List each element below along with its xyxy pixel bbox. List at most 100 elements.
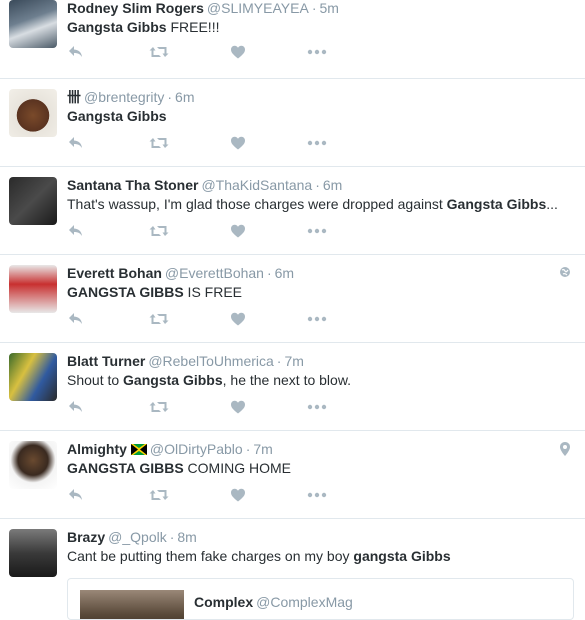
user-name[interactable]: Santana Tha Stoner xyxy=(67,177,198,193)
user-handle[interactable]: @SLIMYEAYEA xyxy=(207,0,309,16)
more-icon[interactable] xyxy=(307,399,327,419)
separator: · xyxy=(311,0,317,16)
highlighted-term: Gangsta Gibbs xyxy=(123,372,223,388)
tweet[interactable]: Almighty @OlDirtyPablo · 7m GANGSTA GIBBS … xyxy=(0,431,585,519)
separator: · xyxy=(245,441,251,457)
like-icon[interactable] xyxy=(230,223,246,243)
user-name[interactable]: Rodney Slim Rogers xyxy=(67,0,204,16)
more-icon[interactable] xyxy=(307,487,327,507)
reply-icon[interactable] xyxy=(67,135,85,155)
timestamp[interactable]: 7m xyxy=(253,441,272,457)
quoted-tweet[interactable]: Complex @ComplexMag xyxy=(67,578,574,620)
more-icon[interactable] xyxy=(307,223,327,243)
reply-icon[interactable] xyxy=(67,44,85,64)
text-segment: Cant be putting them fake charges on my … xyxy=(67,548,354,564)
retweet-icon[interactable] xyxy=(148,311,170,331)
text-segment: Shout to xyxy=(67,372,124,388)
timestamp[interactable]: 6m xyxy=(175,89,194,105)
like-icon[interactable] xyxy=(230,44,246,64)
reply-icon[interactable] xyxy=(67,223,85,243)
tweet[interactable]: Rodney Slim Rogers @SLIMYEAYEA · 5m Gangsta… xyxy=(0,0,585,79)
avatar[interactable] xyxy=(9,0,57,48)
avatar[interactable] xyxy=(9,89,57,137)
quoted-user-handle[interactable]: @ComplexMag xyxy=(256,594,353,610)
tweet-actions xyxy=(67,311,367,331)
highlighted-term: GANGSTA GIBBS xyxy=(67,460,184,476)
retweet-icon[interactable] xyxy=(148,44,170,64)
tweet[interactable]: Blatt Turner @RebelToUhmerica · 7m Shout to… xyxy=(0,343,585,431)
timestamp[interactable]: 6m xyxy=(323,177,342,193)
tweet-text: GANGSTA GIBBS IS FREE xyxy=(67,283,577,301)
timestamp[interactable]: 7m xyxy=(284,353,303,369)
user-handle[interactable]: @ThaKidSantana xyxy=(201,177,312,193)
tweet-actions xyxy=(67,487,367,507)
more-icon[interactable] xyxy=(307,44,327,64)
retweet-icon[interactable] xyxy=(148,487,170,507)
tweet-actions xyxy=(67,223,367,243)
tweet-actions xyxy=(67,44,367,64)
like-icon[interactable] xyxy=(230,311,246,331)
text-segment: That's wassup, I'm glad those charges we… xyxy=(67,196,447,212)
tweet[interactable]: 卌 @brentegrity · 6m Gangsta Gibbs xyxy=(0,79,585,167)
highlighted-term: Gangsta Gibbs xyxy=(67,108,167,124)
separator: · xyxy=(266,265,272,281)
timestamp[interactable]: 6m xyxy=(275,265,294,281)
separator: · xyxy=(315,177,320,193)
more-icon[interactable] xyxy=(307,311,327,331)
avatar[interactable] xyxy=(9,177,57,225)
highlighted-term: Gangsta Gibbs xyxy=(67,19,167,35)
avatar[interactable] xyxy=(9,441,57,489)
tweet[interactable]: Santana Tha Stoner @ThaKidSantana · 6m That… xyxy=(0,167,585,255)
user-name[interactable]: Brazy xyxy=(67,529,105,545)
avatar[interactable] xyxy=(9,353,57,401)
separator: · xyxy=(169,529,175,545)
avatar[interactable] xyxy=(9,265,57,313)
user-handle[interactable]: @_Qpolk xyxy=(108,529,167,545)
text-segment: ... xyxy=(546,196,558,212)
reply-icon[interactable] xyxy=(67,311,85,331)
user-handle[interactable]: @OlDirtyPablo xyxy=(150,441,243,457)
separator: · xyxy=(167,89,173,105)
tweet[interactable]: Brazy @_Qpolk · 8m Cant be putting them fak… xyxy=(0,519,585,620)
tweet-header: Santana Tha Stoner @ThaKidSantana · 6m xyxy=(67,176,342,194)
like-icon[interactable] xyxy=(230,487,246,507)
timestamp[interactable]: 8m xyxy=(177,529,196,545)
tweet-text: Gangsta Gibbs FREE!!! xyxy=(67,18,577,36)
tweet[interactable]: Everett Bohan @EverettBohan · 6m GANGSTA GI… xyxy=(0,255,585,343)
highlighted-term: gangsta Gibbs xyxy=(353,548,451,564)
location-pin-icon xyxy=(559,441,573,457)
tweet-header: 卌 @brentegrity · 6m xyxy=(67,88,194,106)
timestamp[interactable]: 5m xyxy=(319,0,338,16)
more-icon[interactable] xyxy=(307,135,327,155)
user-handle[interactable]: @EverettBohan xyxy=(165,265,264,281)
quoted-tweet-image[interactable] xyxy=(80,590,184,619)
user-handle[interactable]: @RebelToUhmerica xyxy=(148,353,273,369)
tweet-text: Gangsta Gibbs xyxy=(67,107,577,125)
jamaica-flag-icon xyxy=(130,441,148,456)
globe-icon xyxy=(559,265,573,281)
tweet-actions xyxy=(67,135,367,155)
reply-icon[interactable] xyxy=(67,487,85,507)
reply-icon[interactable] xyxy=(67,399,85,419)
user-name[interactable]: Almighty xyxy=(67,441,127,457)
retweet-icon[interactable] xyxy=(148,223,170,243)
user-name[interactable]: Blatt Turner xyxy=(67,353,145,369)
like-icon[interactable] xyxy=(230,135,246,155)
quoted-user-name[interactable]: Complex xyxy=(194,594,253,610)
text-segment: IS FREE xyxy=(183,284,243,300)
avatar[interactable] xyxy=(9,529,57,577)
highlighted-term: GANGSTA GIBBS xyxy=(67,284,184,300)
like-icon[interactable] xyxy=(230,399,246,419)
retweet-icon[interactable] xyxy=(148,399,170,419)
retweet-icon[interactable] xyxy=(148,135,170,155)
tweet-header: Everett Bohan @EverettBohan · 6m xyxy=(67,264,294,282)
tweet-text: GANGSTA GIBBS COMING HOME xyxy=(67,459,577,477)
tweet-header: Brazy @_Qpolk · 8m xyxy=(67,528,197,546)
user-name[interactable]: Everett Bohan xyxy=(67,265,162,281)
user-name[interactable]: 卌 xyxy=(67,89,81,105)
highlighted-term: Gangsta Gibbs xyxy=(446,196,547,212)
quoted-tweet-header: Complex @ComplexMag xyxy=(194,594,353,610)
text-segment: FREE!!! xyxy=(166,19,220,35)
user-handle[interactable]: @brentegrity xyxy=(84,89,164,105)
tweet-text: Shout to Gangsta Gibbs, he the next to b… xyxy=(67,371,577,389)
